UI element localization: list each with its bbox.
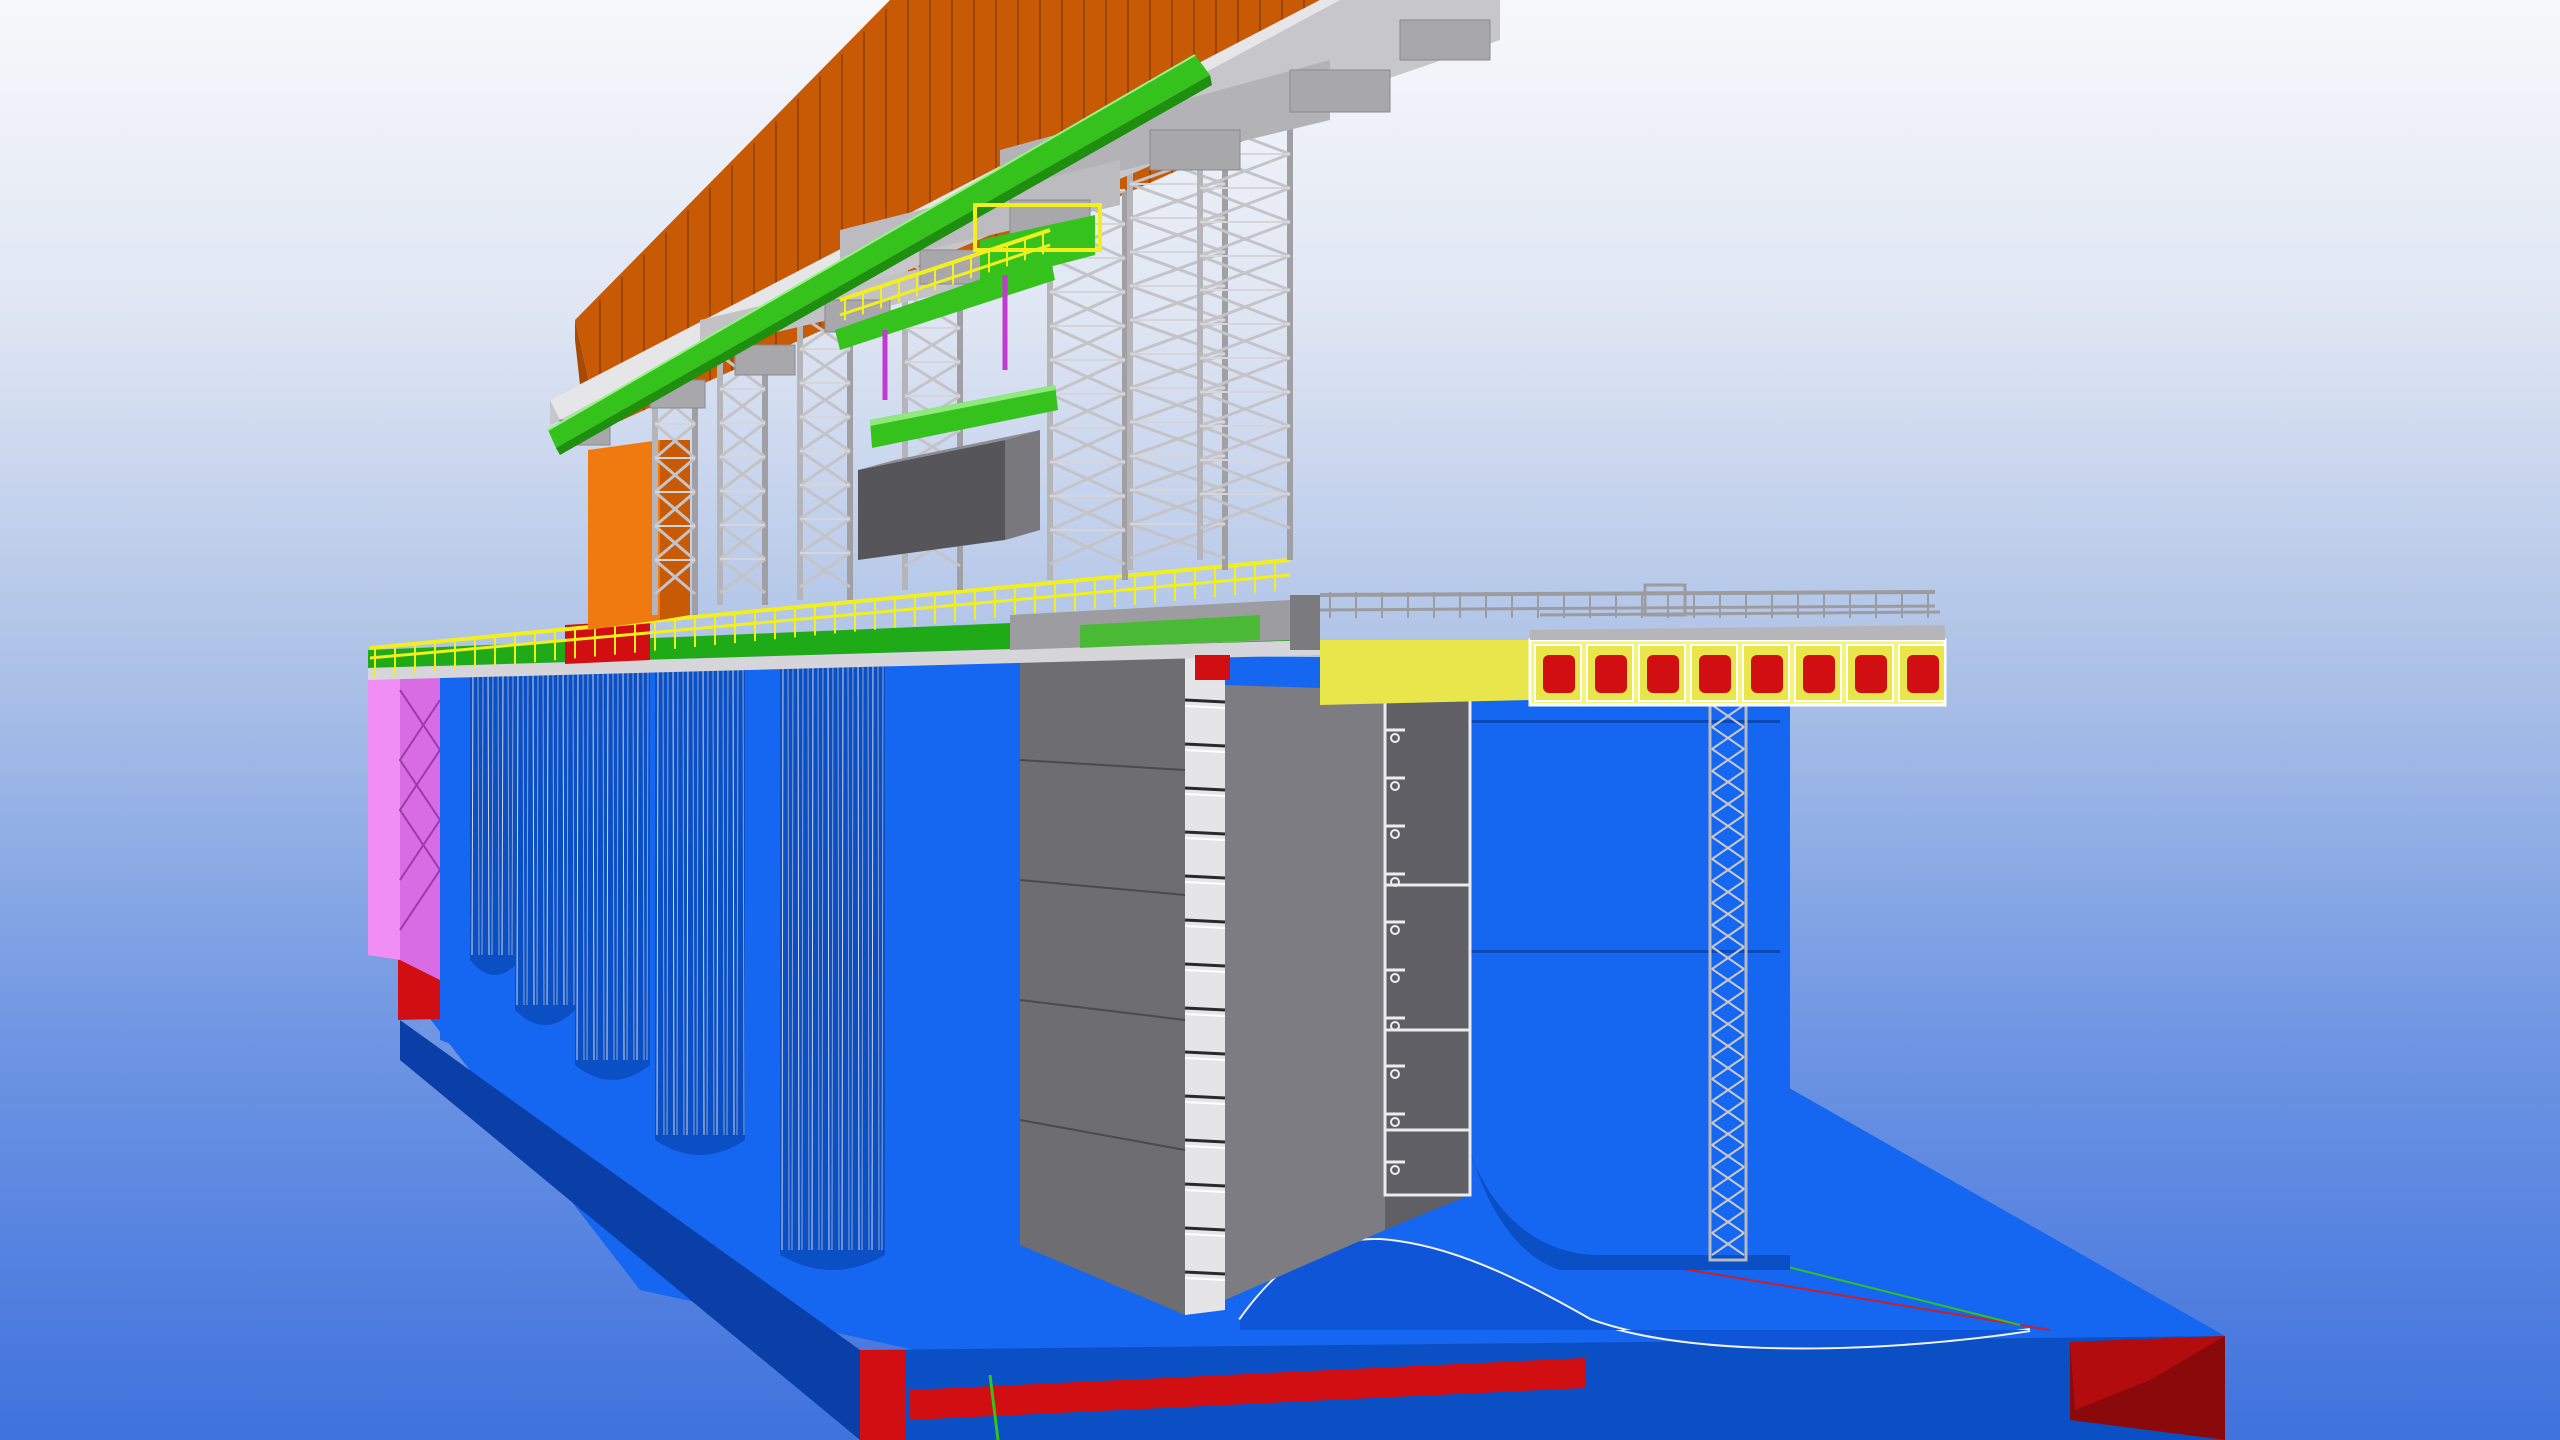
beam-block-7 <box>1149 129 1241 171</box>
orange-support-column <box>588 440 660 630</box>
right-top-railing <box>1319 590 1941 617</box>
lattice-tower-3 <box>797 313 853 600</box>
rib <box>1184 786 1226 792</box>
beam-block-9 <box>1399 19 1491 61</box>
red-box-1 <box>1534 644 1582 702</box>
red-box-7 <box>1846 644 1894 702</box>
rib <box>1184 1270 1226 1276</box>
tank-body <box>655 655 745 1155</box>
tank-5 <box>780 645 903 1270</box>
rib <box>1184 698 1226 704</box>
tank-gap <box>745 655 763 1150</box>
red-box-2 <box>1586 644 1634 702</box>
tank-body <box>575 662 650 1080</box>
tank-gap <box>885 645 903 1265</box>
rib <box>1184 1138 1226 1144</box>
stern-magenta-block <box>368 668 442 980</box>
rib <box>1184 1050 1226 1056</box>
rib <box>1184 742 1226 748</box>
rib <box>1184 830 1226 836</box>
tank-4 <box>655 655 763 1155</box>
red-box-6 <box>1794 644 1842 702</box>
red-box-5 <box>1742 644 1790 702</box>
cassette-panel-rear <box>1225 685 1472 1300</box>
rib <box>1184 1226 1226 1232</box>
lattice-tower-6 <box>1127 148 1228 570</box>
lattice-tower-2 <box>717 353 768 605</box>
model-viewport[interactable] <box>0 0 2560 1440</box>
barge-gantry-3d-model <box>368 0 2225 1440</box>
rib <box>1184 1182 1226 1188</box>
red-box-4 <box>1690 644 1738 702</box>
rib <box>1184 1006 1226 1012</box>
rib <box>1184 1094 1226 1100</box>
cassette-panel-front <box>1019 640 1225 1315</box>
red-box-8 <box>1898 644 1946 702</box>
tank-3 <box>575 662 668 1080</box>
rib <box>1184 874 1226 880</box>
hull-red-band-left <box>860 1350 905 1440</box>
rib <box>1184 962 1226 968</box>
lattice-tower-7 <box>1197 118 1293 560</box>
beam-block-8 <box>1289 69 1391 113</box>
red-box-3 <box>1638 644 1686 702</box>
railing-gate <box>1643 583 1687 617</box>
rib <box>1184 918 1226 924</box>
suspended-cassette <box>858 430 1040 560</box>
